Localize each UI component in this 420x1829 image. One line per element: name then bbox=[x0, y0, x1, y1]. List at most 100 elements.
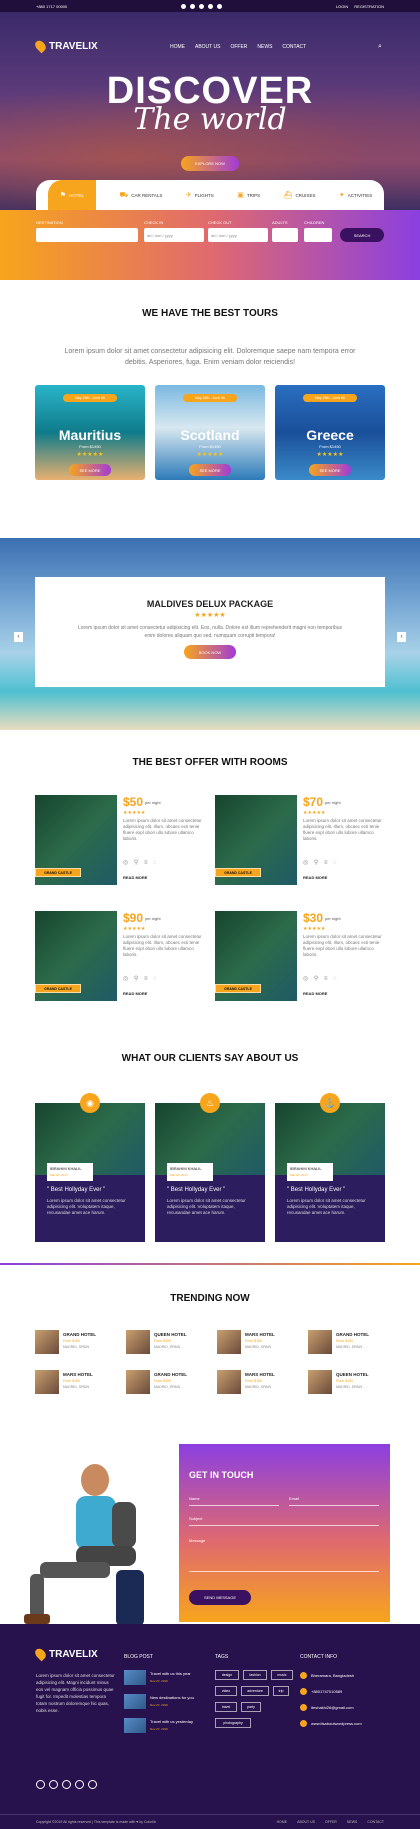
tag-link[interactable]: music bbox=[271, 1670, 293, 1680]
tour-card[interactable]: May 25th - June 06 Scotland From $1450 ★… bbox=[155, 385, 265, 480]
tag-link[interactable]: travel bbox=[215, 1702, 237, 1712]
footer-nav-news[interactable]: NEWS bbox=[347, 1820, 358, 1824]
map-pin-icon bbox=[33, 38, 48, 54]
nav-contact[interactable]: CONTACT bbox=[282, 44, 306, 50]
dribbble-icon[interactable] bbox=[75, 1780, 84, 1789]
message-field[interactable]: Message bbox=[189, 1538, 379, 1572]
check-out-input[interactable]: dd / mm / yyyy bbox=[208, 228, 268, 242]
client-name-box: IBRAHIM KHALIL Mar 24, 2017 bbox=[287, 1163, 333, 1181]
destination-input[interactable] bbox=[36, 228, 138, 242]
read-more-link[interactable]: READ MORE bbox=[123, 991, 147, 996]
tour-card[interactable]: May 25th - June 06 Mauritius From $1450 … bbox=[35, 385, 145, 480]
read-more-link[interactable]: READ MORE bbox=[303, 875, 327, 880]
website-item[interactable]: www.itsaboutwordpress.com bbox=[300, 1720, 362, 1727]
dribbble-icon[interactable] bbox=[208, 3, 214, 9]
explore-button[interactable]: EXPLORE NOW bbox=[181, 156, 239, 171]
tag-link[interactable]: party bbox=[241, 1702, 261, 1712]
trending-item[interactable]: GRAND HOTEL From $180 MADRID, SPAIN bbox=[308, 1330, 398, 1356]
room-offer[interactable]: GRAND CASTLE $30 per night ★★★★★ Lorem i… bbox=[215, 911, 390, 1006]
tour-date-badge: May 25th - June 06 bbox=[303, 394, 357, 402]
read-more-link[interactable]: READ MORE bbox=[123, 875, 147, 880]
room-stars: ★★★★★ bbox=[123, 926, 146, 932]
adults-select[interactable] bbox=[272, 228, 298, 242]
nav-news[interactable]: NEWS bbox=[257, 44, 272, 50]
hotel-thumbnail bbox=[126, 1370, 150, 1394]
send-message-button[interactable]: SEND MESSAGE bbox=[189, 1590, 251, 1605]
amenity-icons: ◎ ⚲ ≡ ◌ bbox=[303, 860, 339, 866]
book-now-button[interactable]: BOOK NOW bbox=[184, 645, 236, 659]
login-link[interactable]: LOGIN bbox=[336, 4, 348, 9]
search-button[interactable]: SEARCH bbox=[340, 228, 384, 242]
subject-field[interactable]: Subject bbox=[189, 1516, 379, 1526]
tab-cruises[interactable]: ⛴ CRUISES bbox=[284, 191, 316, 199]
footer-nav-home[interactable]: HOME bbox=[277, 1820, 288, 1824]
blog-post[interactable]: New destinations for you Nov 27, 2016 bbox=[124, 1694, 204, 1712]
tour-stars: ★★★★★ bbox=[196, 452, 224, 458]
prev-arrow-icon[interactable]: ‹ bbox=[14, 632, 23, 642]
see-more-button[interactable]: SEE MORE bbox=[189, 464, 231, 476]
room-offer[interactable]: GRAND CASTLE $50 per night ★★★★★ Lorem i… bbox=[35, 795, 210, 890]
tag-link[interactable]: design bbox=[215, 1670, 239, 1680]
children-select[interactable] bbox=[304, 228, 332, 242]
tour-card[interactable]: May 25th - June 06 Greece From $1450 ★★★… bbox=[275, 385, 385, 480]
trending-item[interactable]: MARS HOTEL From $180 MADRID, SPAIN bbox=[217, 1330, 307, 1356]
trending-item[interactable]: GRAND HOTEL From $180 MADRID, SPAIN bbox=[126, 1370, 216, 1396]
tag-link[interactable]: video bbox=[215, 1686, 237, 1696]
check-in-input[interactable]: dd / mm / yyyy bbox=[144, 228, 204, 242]
pinterest-icon[interactable] bbox=[36, 1780, 45, 1789]
see-more-button[interactable]: SEE MORE bbox=[69, 464, 111, 476]
nav-home[interactable]: HOME bbox=[170, 44, 185, 50]
nav-about[interactable]: ABOUT US bbox=[195, 44, 220, 50]
next-arrow-icon[interactable]: › bbox=[397, 632, 406, 642]
read-more-link[interactable]: READ MORE bbox=[303, 991, 327, 996]
footer-nav-about[interactable]: ABOUT US bbox=[297, 1820, 315, 1824]
plane-icon: ✈ bbox=[185, 192, 192, 199]
tag-link[interactable]: photography bbox=[215, 1718, 251, 1728]
footer-nav-contact[interactable]: CONTACT bbox=[367, 1820, 384, 1824]
twitter-icon[interactable] bbox=[62, 1780, 71, 1789]
facebook-icon[interactable] bbox=[49, 1780, 58, 1789]
tab-flights[interactable]: ✈ FLIGHTS bbox=[186, 191, 214, 199]
pinterest-icon[interactable] bbox=[181, 3, 187, 9]
behance-icon[interactable] bbox=[217, 3, 223, 9]
tab-trips[interactable]: ▣ TRIPS bbox=[237, 191, 260, 199]
trending-item[interactable]: MARS HOTEL From $180 MADRID, SPAIN bbox=[35, 1370, 125, 1396]
blog-post[interactable]: Travel with us yesterday Nov 27, 2016 bbox=[124, 1718, 204, 1736]
email-field[interactable]: Email bbox=[289, 1496, 379, 1506]
hotel-icon: ⚑ bbox=[59, 192, 66, 199]
footer-nav-offer[interactable]: OFFER bbox=[325, 1820, 337, 1824]
tab-activities[interactable]: ✦ ACTIVITIES bbox=[339, 191, 372, 199]
adults-label: ADULTS bbox=[272, 220, 288, 225]
trending-item[interactable]: QUEEN HOTEL From $180 MADRID, SPAIN bbox=[308, 1370, 398, 1396]
trending-item[interactable]: GRAND HOTEL From $180 MADRID, SPAIN bbox=[35, 1330, 125, 1356]
room-tag: GRAND CASTLE bbox=[215, 984, 261, 993]
email-item[interactable]: iteshakhi26@gmail.com bbox=[300, 1704, 354, 1711]
tab-car-rentals[interactable]: ⛟ CAR RENTALS bbox=[119, 191, 162, 200]
tour-price: From $1450 bbox=[199, 444, 221, 449]
register-link[interactable]: REGISTRATION bbox=[354, 4, 384, 9]
room-image: GRAND CASTLE bbox=[215, 795, 297, 885]
room-offer[interactable]: GRAND CASTLE $90 per night ★★★★★ Lorem i… bbox=[35, 911, 210, 1006]
blog-post[interactable]: Travel with us this year Nov 27, 2016 bbox=[124, 1670, 204, 1688]
testimonial-quote: " Best Hollyday Ever " bbox=[287, 1187, 346, 1193]
facebook-icon[interactable] bbox=[190, 3, 196, 9]
tag-link[interactable]: trip bbox=[273, 1686, 289, 1696]
nav-offer[interactable]: OFFER bbox=[230, 44, 247, 50]
client-name-box: IBRAHIM KHALIL Mar 24, 2017 bbox=[47, 1163, 93, 1181]
tag-link[interactable]: adventure bbox=[241, 1686, 269, 1696]
footer-logo[interactable]: TRAVELIX bbox=[33, 1646, 98, 1662]
logo[interactable]: TRAVELIX bbox=[33, 38, 98, 54]
behance-icon[interactable] bbox=[88, 1780, 97, 1789]
room-offer[interactable]: GRAND CASTLE $70 per night ★★★★★ Lorem i… bbox=[215, 795, 390, 890]
testimonial-card: ♨ IBRAHIM KHALIL Mar 24, 2017 " Best Holl… bbox=[155, 1093, 265, 1242]
see-more-button[interactable]: SEE MORE bbox=[309, 464, 351, 476]
trending-item[interactable]: MARS HOTEL From $180 MADRID, SPAIN bbox=[217, 1370, 307, 1396]
search-icon[interactable]: ⌕ bbox=[378, 43, 382, 51]
name-field[interactable]: Name bbox=[189, 1496, 279, 1506]
tab-hotel[interactable]: ⚑ HOTEL bbox=[47, 180, 97, 210]
client-date: Mar 24, 2017 bbox=[290, 1173, 308, 1177]
trending-item[interactable]: QUEEN HOTEL From $180 MADRID, SPAIN bbox=[126, 1330, 216, 1356]
twitter-icon[interactable] bbox=[199, 3, 205, 9]
tour-name: Greece bbox=[306, 427, 354, 443]
tag-link[interactable]: fashion bbox=[243, 1670, 267, 1680]
